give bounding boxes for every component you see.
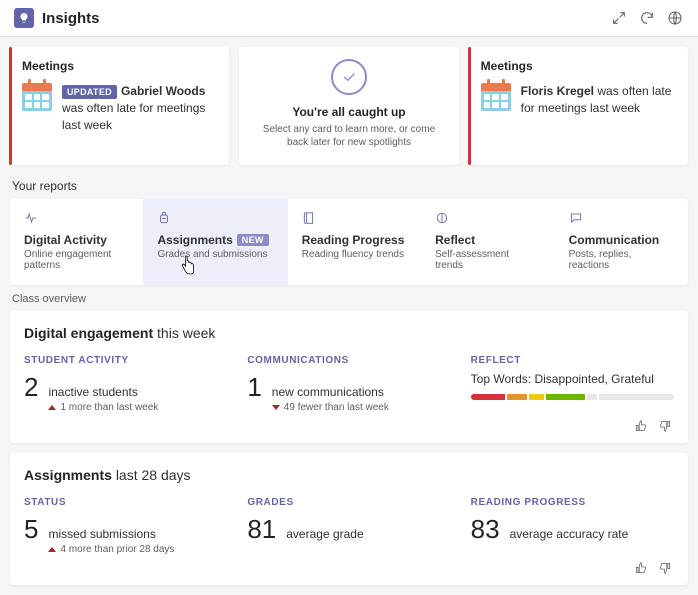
thumbs-down-button[interactable] [658,419,674,435]
refresh-icon[interactable] [638,9,656,27]
new-badge: NEW [237,234,269,246]
metric-value: 1 [247,372,261,403]
reflect-bar-chart [471,394,674,400]
feedback-row [24,413,674,435]
spotlight-text: UPDATEDGabriel Woods was often late for … [62,83,217,133]
metric-text: new communications [272,385,389,399]
caughtup-title: You're all caught up [292,105,405,119]
tab-subtitle: Online engagement patterns [24,249,128,271]
spotlight-card-caughtup: You're all caught up Select any card to … [239,47,458,165]
tab-reading-progress[interactable]: Reading Progress Reading fluency trends [288,199,421,285]
thumbs-down-button[interactable] [658,561,674,577]
tab-subtitle: Reading fluency trends [302,249,406,260]
expand-icon[interactable] [610,9,628,27]
metric-value: 83 [471,514,500,545]
mirror-icon [435,211,539,227]
triangle-up-icon [48,547,56,552]
calendar-icon [481,83,511,113]
reports-heading: Your reports [0,165,698,199]
tab-assignments[interactable]: AssignmentsNEW Grades and submissions [143,199,287,285]
panel-title: Digital engagement this week [24,325,674,341]
metric-label: STUDENT ACTIVITY [24,355,227,366]
tab-title: Digital Activity [24,233,128,247]
metric-delta: 4 more than prior 28 days [48,544,174,555]
metric-delta: 1 more than last week [48,402,158,413]
metric-reflect[interactable]: REFLECT Top Words: Disappointed, Gratefu… [471,355,674,413]
book-icon [302,211,406,227]
metric-label: STATUS [24,497,227,508]
metric-grades[interactable]: GRADES 81 average grade [247,497,450,555]
metric-communications[interactable]: COMMUNICATIONS 1 new communications 49 f… [247,355,450,413]
spotlight-heading: Meetings [22,59,217,73]
tab-reflect[interactable]: Reflect Self-assessment trends [421,199,554,285]
checkmark-ring-icon [331,59,367,95]
reports-tabs: Digital Activity Online engagement patte… [10,199,688,285]
spotlight-row: Meetings UPDATEDGabriel Woods was often … [0,37,698,165]
spotlight-heading: Meetings [481,59,676,73]
panel-assignments: Assignments last 28 days STATUS 5 missed… [10,453,688,585]
thumbs-up-button[interactable] [634,561,650,577]
metric-text: inactive students [48,385,158,399]
tab-title: Communication [569,233,673,247]
page-title: Insights [42,10,610,27]
insights-app-icon [14,8,34,28]
tab-subtitle: Posts, replies, reactions [569,249,673,271]
spotlight-card-meetings-left[interactable]: Meetings UPDATEDGabriel Woods was often … [10,47,229,165]
tab-communication[interactable]: Communication Posts, replies, reactions [555,199,688,285]
metric-label: GRADES [247,497,450,508]
triangle-down-icon [272,405,280,410]
updated-badge: UPDATED [62,85,117,100]
chat-icon [569,211,673,227]
tab-title: AssignmentsNEW [157,233,272,247]
metric-label: COMMUNICATIONS [247,355,450,366]
pulse-icon [24,211,128,227]
metric-status[interactable]: STATUS 5 missed submissions 4 more than … [24,497,227,555]
app-header: Insights [0,0,698,37]
metric-student-activity[interactable]: STUDENT ACTIVITY 2 inactive students 1 m… [24,355,227,413]
spotlight-text: Floris Kregel was often late for meeting… [521,83,676,117]
tab-title: Reflect [435,233,539,247]
triangle-up-icon [48,405,56,410]
header-actions [610,9,684,27]
metric-label: READING PROGRESS [471,497,674,508]
panel-title: Assignments last 28 days [24,467,674,483]
metric-delta: 49 fewer than last week [272,402,389,413]
tab-subtitle: Grades and submissions [157,249,272,260]
metric-reading-progress[interactable]: READING PROGRESS 83 average accuracy rat… [471,497,674,555]
calendar-icon [22,83,52,113]
tab-digital-activity[interactable]: Digital Activity Online engagement patte… [10,199,143,285]
feedback-row [24,555,674,577]
metric-value: 2 [24,372,38,403]
panel-digital-engagement: Digital engagement this week STUDENT ACT… [10,311,688,443]
backpack-icon [157,211,272,227]
caughtup-subtitle: Select any card to learn more, or come b… [251,123,446,149]
globe-icon[interactable] [666,9,684,27]
tab-subtitle: Self-assessment trends [435,249,539,271]
metric-value: 81 [247,514,276,545]
tab-title: Reading Progress [302,233,406,247]
reflect-top-words: Top Words: Disappointed, Grateful [471,372,674,386]
metric-label: REFLECT [471,355,674,366]
metric-value: 5 [24,514,38,545]
spotlight-card-meetings-right[interactable]: Meetings Floris Kregel was often late fo… [469,47,688,165]
thumbs-up-button[interactable] [634,419,650,435]
class-overview-label: Class overview [0,285,698,311]
